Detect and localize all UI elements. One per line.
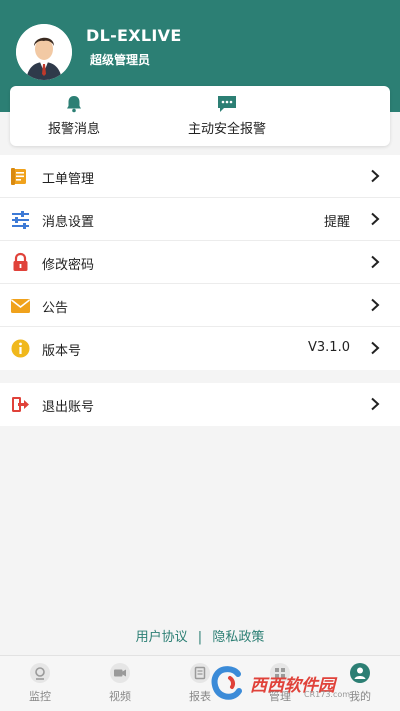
alarm-messages-label: 报警消息	[47, 122, 100, 137]
envelope-icon	[11, 299, 30, 313]
watermark-logo-icon	[211, 666, 242, 700]
alarm-messages-button[interactable]: 报警消息	[36, 94, 112, 140]
logout-icon	[12, 397, 29, 412]
chevron-right-icon	[371, 255, 380, 269]
tab-label: 视频	[109, 690, 131, 703]
chevron-right-icon	[371, 169, 380, 183]
logout-button[interactable]: 退出账号	[0, 383, 400, 426]
logout-menu: 退出账号	[0, 383, 400, 426]
info-icon	[11, 339, 30, 358]
menu-item-message-settings[interactable]: 消息设置 提醒	[0, 198, 400, 241]
active-safety-alarm-button[interactable]: 主动安全报警	[168, 94, 286, 140]
watermark-url: CR173.com	[304, 690, 351, 699]
tab-label: 监控	[29, 690, 51, 703]
menu-item-change-password[interactable]: 修改密码	[0, 241, 400, 284]
menu-value: 提醒	[323, 215, 350, 230]
menu-label: 版本号	[42, 344, 82, 359]
avatar-icon	[16, 24, 72, 80]
privacy-policy-link[interactable]: 隐私政策	[212, 626, 264, 645]
chevron-right-icon	[371, 212, 380, 226]
alarm-card: 报警消息 主动安全报警	[10, 86, 390, 146]
watermark: 西西软件园 CR173.com	[208, 662, 398, 704]
footer-separator: |	[197, 630, 203, 645]
chevron-right-icon	[371, 298, 380, 312]
avatar[interactable]	[16, 24, 72, 80]
menu-label: 消息设置	[42, 215, 95, 230]
menu-item-announcements[interactable]: 公告	[0, 284, 400, 327]
footer-links: 用户协议 | 隐私政策	[0, 626, 400, 645]
version-value: V3.1.0	[308, 340, 350, 355]
chevron-right-icon	[371, 397, 380, 411]
chevron-right-icon	[371, 341, 380, 355]
sliders-icon	[12, 211, 29, 229]
menu-label: 公告	[42, 301, 69, 316]
work-order-icon	[11, 168, 26, 185]
active-safety-alarm-label: 主动安全报警	[187, 122, 266, 137]
bell-icon	[67, 96, 81, 113]
monitor-icon	[30, 663, 50, 683]
menu-label: 工单管理	[42, 172, 95, 187]
tab-video[interactable]: 视频	[90, 662, 150, 704]
menu-item-version[interactable]: 版本号 V3.1.0	[0, 327, 400, 370]
tab-monitor[interactable]: 监控	[10, 662, 70, 704]
lock-icon	[13, 252, 28, 271]
video-icon	[110, 663, 130, 683]
user-agreement-link[interactable]: 用户协议	[136, 626, 188, 645]
user-name: DL-EXLIVE	[86, 26, 182, 45]
logout-label: 退出账号	[42, 400, 95, 415]
user-role: 超级管理员	[90, 53, 151, 67]
settings-menu: 工单管理 消息设置 提醒 修改密码 公告 版本号 V3.1.0	[0, 155, 400, 370]
menu-item-work-orders[interactable]: 工单管理	[0, 155, 400, 198]
menu-label: 修改密码	[42, 258, 95, 273]
chat-bubble-icon	[218, 96, 236, 112]
